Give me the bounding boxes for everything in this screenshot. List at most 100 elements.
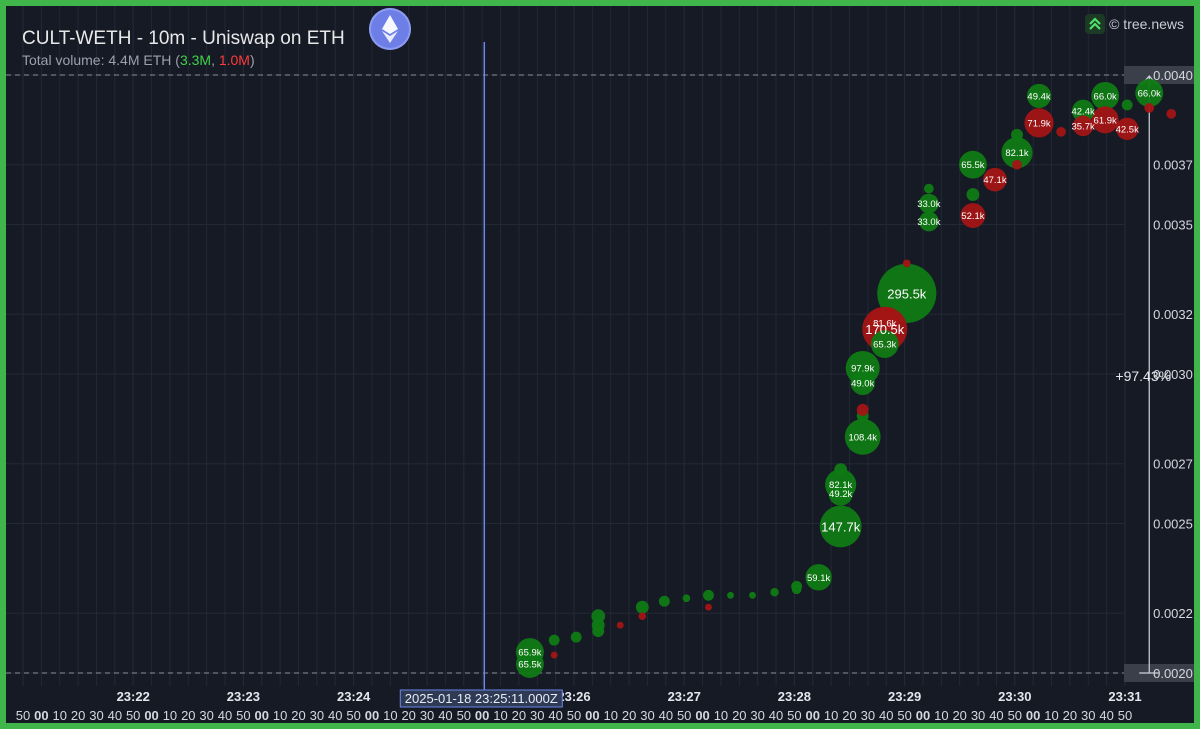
x-seconds-label: 50: [1118, 708, 1132, 723]
x-seconds-label: 50: [787, 708, 801, 723]
trade-volume-label: 65.3k: [873, 340, 896, 351]
x-minute-label: 23:30: [998, 689, 1031, 704]
trade-volume-label: 52.1k: [961, 211, 984, 222]
x-seconds-label: 30: [640, 708, 654, 723]
trade-volume-label: 65.5k: [518, 660, 541, 671]
x-seconds-label: 30: [89, 708, 103, 723]
trade-volume-label: 59.1k: [807, 573, 830, 584]
buy-volume: 3.3M: [179, 52, 212, 68]
y-tick-label: 0.0027: [1153, 457, 1193, 472]
x-seconds-label: 20: [1063, 708, 1077, 723]
x-seconds-label: 00: [34, 708, 48, 723]
x-seconds-label: 20: [622, 708, 636, 723]
x-seconds-label: 20: [401, 708, 415, 723]
x-seconds-label: 40: [218, 708, 232, 723]
buy-trade-bubble[interactable]: [727, 591, 734, 599]
buy-trade-bubble[interactable]: [1011, 128, 1023, 141]
trade-volume-label: 49.4k: [1027, 91, 1050, 102]
buy-trade-bubble[interactable]: [635, 600, 649, 614]
x-seconds-label: 20: [842, 708, 856, 723]
x-seconds-label: 30: [861, 708, 875, 723]
x-seconds-label: 50: [457, 708, 471, 723]
x-seconds-label: 10: [383, 708, 397, 723]
x-seconds-label: 40: [438, 708, 452, 723]
trade-volume-label: 295.5k: [887, 286, 927, 301]
sell-trade-bubble[interactable]: [616, 621, 624, 629]
trade-volume-label: 65.5k: [961, 160, 984, 171]
event-timestamp-label: 2025-01-18 23:25:11.000Z: [405, 691, 558, 706]
sell-trade-bubble[interactable]: [1166, 109, 1177, 119]
y-tick-label: 0.0037: [1153, 158, 1193, 173]
sell-trade-bubble[interactable]: [902, 259, 911, 268]
x-seconds-label: 20: [71, 708, 85, 723]
buy-trade-bubble[interactable]: [682, 594, 691, 603]
y-tick-label: 0.0035: [1153, 218, 1193, 233]
sell-trade-bubble[interactable]: [1056, 126, 1066, 137]
buy-trade-bubble[interactable]: [658, 595, 670, 607]
x-seconds-label: 20: [181, 708, 195, 723]
x-seconds-label: 10: [714, 708, 728, 723]
buy-trade-bubble[interactable]: [923, 183, 934, 194]
x-seconds-label: 50: [126, 708, 140, 723]
x-seconds-label: 40: [659, 708, 673, 723]
brand-watermark[interactable]: © tree.news: [1085, 14, 1184, 34]
x-seconds-label: 50: [1008, 708, 1022, 723]
buy-trade-bubble[interactable]: [749, 591, 756, 599]
x-minute-label: 23:29: [888, 689, 921, 704]
x-seconds-label: 40: [769, 708, 783, 723]
ethereum-logo-icon[interactable]: [369, 8, 411, 50]
x-seconds-label: 00: [475, 708, 489, 723]
x-seconds-label: 50: [677, 708, 691, 723]
buy-trade-bubble[interactable]: [834, 463, 848, 477]
trade-volume-label: 81.6k: [873, 319, 896, 330]
x-seconds-label: 20: [952, 708, 966, 723]
sell-trade-bubble[interactable]: [1144, 103, 1155, 113]
trade-volume-label: 97.9k: [851, 364, 874, 375]
price-change-label: +97.43%: [1115, 368, 1171, 384]
chart-frame: 0.0040 0.0037 0.0035 0.0032 0.0030 0.0027 0.00…: [6, 6, 1194, 723]
buy-trade-bubble[interactable]: [548, 634, 560, 646]
x-seconds-label: 30: [750, 708, 764, 723]
x-seconds-label: 40: [548, 708, 562, 723]
trade-volume-label: 42.5k: [1116, 124, 1139, 135]
buy-trade-bubble[interactable]: [592, 625, 605, 638]
x-seconds-label: 10: [934, 708, 948, 723]
sell-trade-bubble[interactable]: [550, 651, 558, 659]
sell-trade-bubble[interactable]: [1012, 159, 1022, 170]
y-tick-label: 0.0022: [1153, 606, 1193, 621]
sell-trade-bubble[interactable]: [705, 603, 712, 611]
x-seconds-label: 50: [346, 708, 360, 723]
x-seconds-label: 10: [273, 708, 287, 723]
buy-trade-bubble[interactable]: [570, 631, 582, 643]
sell-trade-bubble[interactable]: [856, 403, 869, 416]
x-seconds-label: 00: [144, 708, 158, 723]
x-seconds-label: 30: [1081, 708, 1095, 723]
trade-volume-label: 33.0k: [917, 217, 940, 228]
trade-volume-label: 61.9k: [1094, 115, 1117, 126]
x-seconds-label: 10: [1044, 708, 1058, 723]
trade-volume-label: 108.4k: [848, 432, 877, 443]
x-seconds-label: 30: [199, 708, 213, 723]
x-seconds-label: 10: [52, 708, 66, 723]
x-seconds-label: 30: [420, 708, 434, 723]
x-seconds-label: 10: [824, 708, 838, 723]
trade-volume-label: 47.1k: [983, 175, 1006, 186]
x-seconds-label: 30: [971, 708, 985, 723]
trades-chart[interactable]: 0.00400.00370.00350.00320.00300.00270.00…: [6, 6, 1194, 723]
x-seconds-label: 00: [585, 708, 599, 723]
x-seconds-label: 00: [255, 708, 269, 723]
buy-trade-bubble[interactable]: [703, 589, 714, 601]
trade-volume-label: 42.4k: [1071, 106, 1094, 117]
x-minute-label: 23:23: [227, 689, 260, 704]
buy-trade-bubble[interactable]: [770, 588, 779, 597]
x-seconds-label: 40: [989, 708, 1003, 723]
x-seconds-label: 20: [732, 708, 746, 723]
x-seconds-label: 50: [567, 708, 581, 723]
x-seconds-label: 40: [1099, 708, 1113, 723]
buy-trade-bubble[interactable]: [791, 584, 802, 595]
x-minute-label: 23:27: [668, 689, 701, 704]
trade-volume-label: 35.7k: [1071, 121, 1094, 132]
sell-trade-bubble[interactable]: [638, 612, 647, 621]
buy-trade-bubble[interactable]: [1121, 99, 1133, 111]
buy-trade-bubble[interactable]: [966, 188, 980, 202]
